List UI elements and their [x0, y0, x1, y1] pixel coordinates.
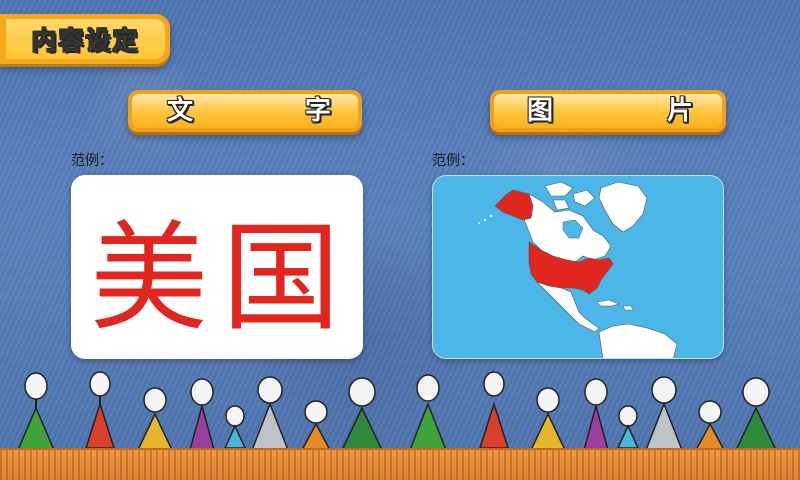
greenland-shape [598, 181, 648, 233]
text-mode-button[interactable]: 文 字 [128, 90, 362, 132]
image-mode-button-face: 图 片 [494, 94, 722, 128]
text-mode-button-char-2: 字 [305, 96, 332, 126]
content-settings-title-tab: 内容设定 [0, 14, 170, 64]
image-example-card[interactable] [432, 175, 724, 359]
cuba-shape [596, 299, 620, 307]
stick-figure-people-row [0, 364, 800, 460]
aleutian-island-2 [483, 218, 487, 222]
person-red [84, 371, 116, 458]
text-mode-button-face: 文 字 [132, 94, 358, 128]
text-mode-button-char-1: 文 [167, 96, 194, 126]
image-mode-button[interactable]: 图 片 [490, 90, 726, 132]
person-purple [189, 378, 215, 458]
south-america-shape [598, 323, 678, 358]
aleutian-island-3 [478, 222, 480, 224]
person-purple-2 [583, 378, 609, 458]
text-example-word: 美国 [89, 208, 354, 347]
page-title: 内容设定 [31, 26, 140, 56]
image-mode-button-char-2: 片 [667, 96, 694, 126]
person-red-2 [478, 371, 510, 458]
alaska-shape [494, 189, 534, 221]
hispaniola-shape [622, 305, 634, 311]
person-grey [250, 376, 290, 458]
person-green-2 [408, 374, 448, 458]
people-illustration [16, 371, 778, 458]
image-mode-button-char-1: 图 [527, 96, 554, 126]
image-example-label: 范例： [432, 153, 474, 169]
person-dark-green [340, 377, 384, 458]
aleutian-island-1 [489, 214, 493, 218]
title-tab-inner: 内容设定 [6, 19, 165, 59]
person-grey-2 [644, 376, 684, 458]
arctic-islands-shape [544, 181, 596, 211]
north-america-map-image [478, 181, 678, 358]
text-example-card[interactable]: 美国 [71, 175, 363, 359]
person-dark-green-2 [734, 377, 778, 458]
person-green [16, 372, 56, 458]
text-example-label: 范例： [71, 153, 113, 169]
ground-strip [0, 448, 800, 480]
